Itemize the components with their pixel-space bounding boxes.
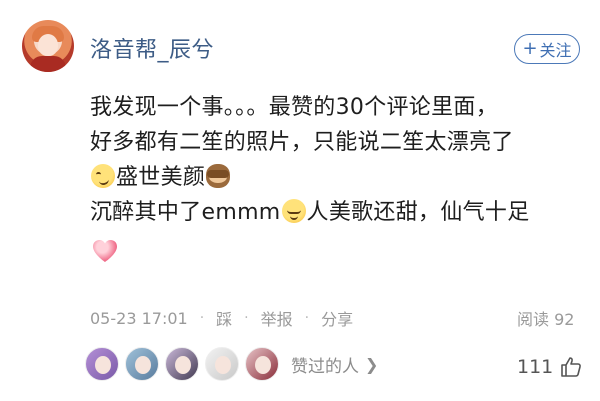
liker-avatar[interactable] [85,347,119,381]
see-no-evil-monkey-icon [206,164,231,188]
comment-text-segment: 盛世美颜 [116,165,206,190]
comment-line: 盛世美颜 [90,160,585,195]
comment-text-segment: 沉醉其中了emmm [90,200,281,225]
likers-row[interactable]: 赞过的人 ❯ [85,347,378,381]
dislike-button[interactable]: 踩 [216,306,232,330]
separator-dot: · [304,310,310,326]
separator-dot: · [199,310,205,326]
comment-body: 我发现一个事。。。最赞的30个评论里面， 好多都有二笙的照片，只能说二笙太漂亮了… [90,90,585,264]
separator-dot: · [244,310,249,326]
smirk-emoji-icon [91,164,115,188]
avatar-face [38,34,58,56]
share-button[interactable]: 分享 [321,306,353,330]
heart-emoji-icon [90,234,120,264]
chevron-right-icon: ❯ [365,354,379,374]
pensive-emoji-icon [281,199,306,223]
comment-line: 好多都有二笙的照片，只能说二笙太漂亮了 [90,130,514,155]
comment-meta: 05-23 17:01 · 踩 · 举报 · 分享 [90,306,353,330]
follow-button[interactable]: + 关注 [514,34,580,64]
avatar-body [30,56,66,72]
liker-avatar[interactable] [165,347,199,381]
follow-label: 关注 [539,41,572,60]
thumbs-up-icon [561,357,582,377]
comment-text-segment: 人美歌还甜，仙气十足 [306,200,530,225]
username[interactable]: 洛音帮_辰兮 [90,32,214,64]
likers-link[interactable]: 赞过的人 [291,352,359,377]
like-button[interactable]: 111 [517,355,583,379]
user-avatar[interactable] [22,20,74,72]
comment-line: 我发现一个事。。。最赞的30个评论里面， [90,95,498,120]
comment-line: 沉醉其中了emmm 人美歌还甜，仙气十足 [90,195,585,230]
report-button[interactable]: 举报 [261,306,293,330]
like-count: 111 [517,356,554,378]
liker-avatar[interactable] [125,347,159,381]
timestamp: 05-23 17:01 [90,308,188,328]
liker-avatar[interactable] [205,347,239,381]
read-count: 阅读 92 [517,310,575,329]
liker-avatar[interactable] [245,347,279,381]
plus-icon: + [522,38,538,59]
